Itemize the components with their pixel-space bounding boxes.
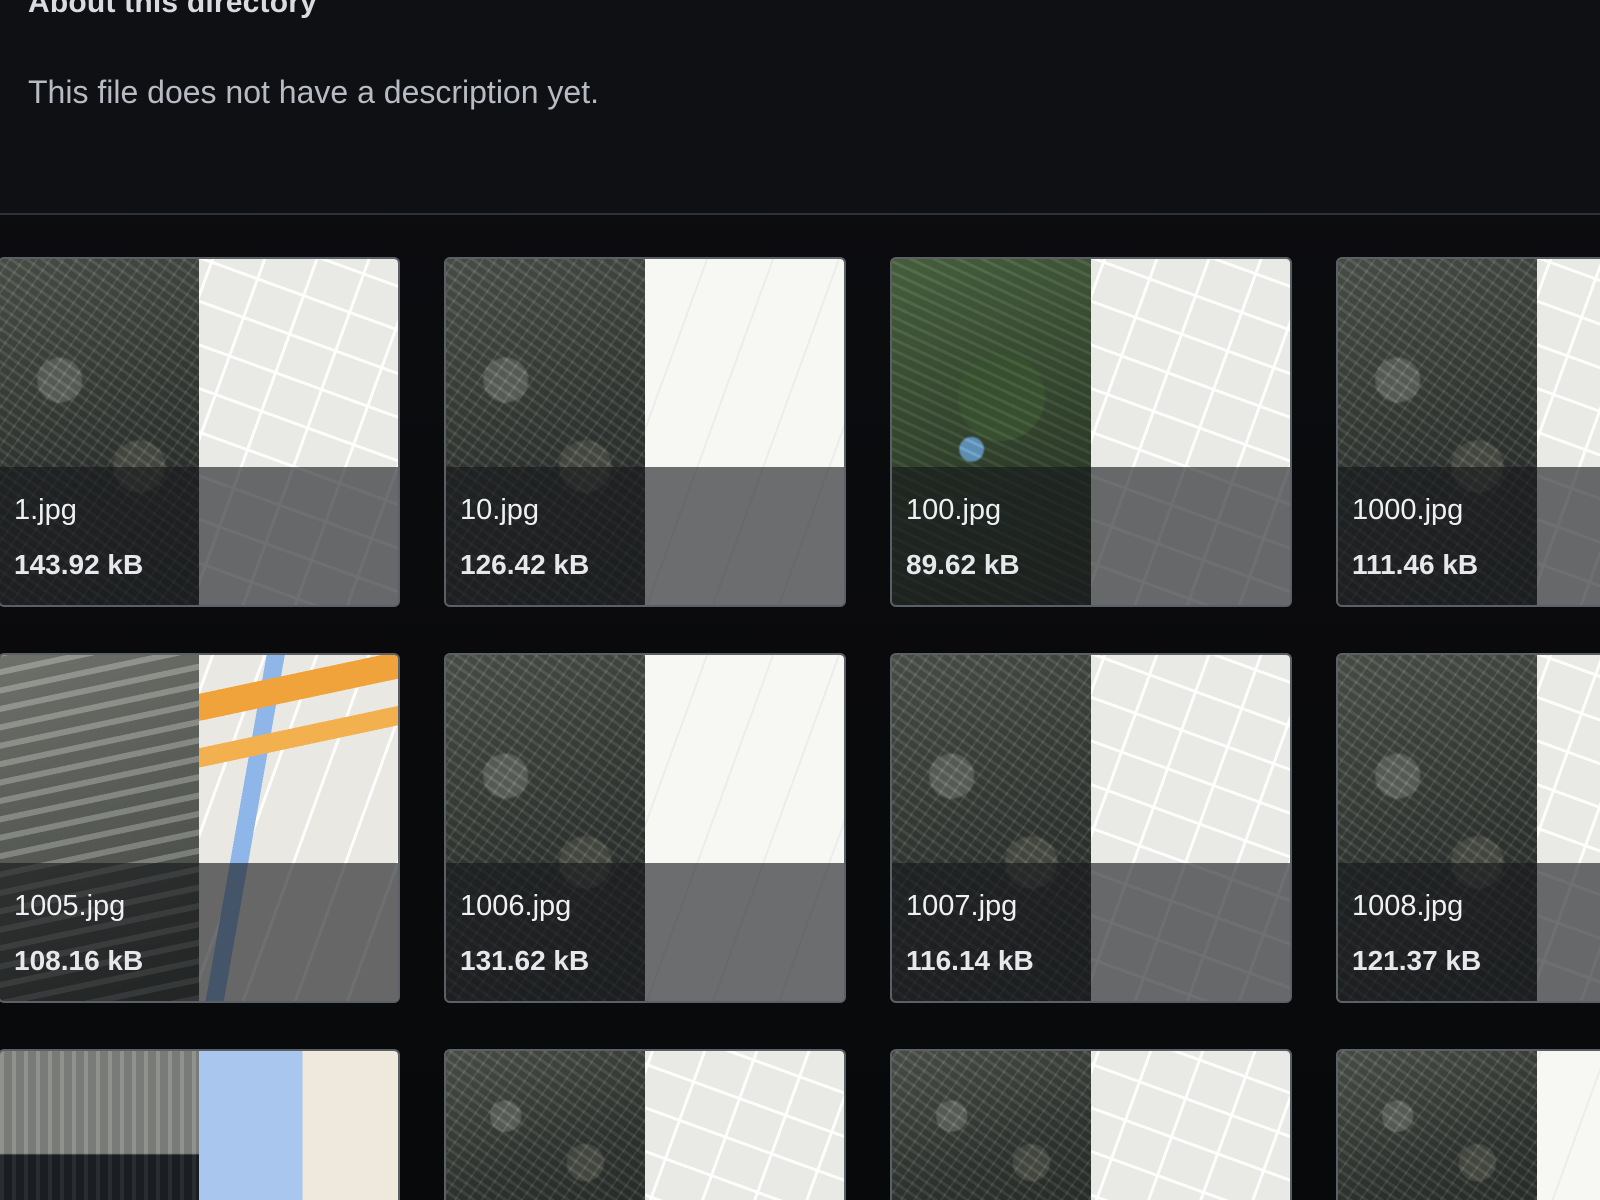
file-name: 1006.jpg: [460, 890, 572, 922]
file-name: 10.jpg: [460, 494, 540, 526]
file-size: 116.14 kB: [906, 945, 1034, 976]
file-caption: 1000.jpg 111.46 kB: [1338, 467, 1600, 605]
file-caption: 1008.jpg 121.37 kB: [1338, 863, 1600, 1001]
file-tile[interactable]: [1336, 1049, 1600, 1200]
file-size: 126.42 kB: [460, 549, 590, 580]
file-caption: 1.jpg 143.92 kB: [0, 467, 398, 605]
file-caption: 10.jpg 126.42 kB: [446, 467, 844, 605]
directory-page: About this directory This file does not …: [0, 0, 1600, 1200]
file-size: 108.16 kB: [14, 945, 144, 976]
file-name: 100.jpg: [906, 494, 1002, 526]
file-name: 1005.jpg: [14, 890, 126, 922]
file-thumbnail: [892, 1051, 1290, 1200]
file-size: 89.62 kB: [906, 549, 1020, 580]
file-tile[interactable]: 1008.jpg 121.37 kB: [1336, 653, 1600, 1003]
file-tile[interactable]: 1005.jpg 108.16 kB: [0, 653, 400, 1003]
file-name: 1008.jpg: [1352, 890, 1464, 922]
file-caption: 1007.jpg 116.14 kB: [892, 863, 1290, 1001]
file-tile[interactable]: 10.jpg 126.42 kB: [444, 257, 846, 607]
file-caption: 1006.jpg 131.62 kB: [446, 863, 844, 1001]
file-caption: 100.jpg 89.62 kB: [892, 467, 1290, 605]
file-name: 1.jpg: [14, 494, 77, 526]
file-thumbnail: [446, 1051, 844, 1200]
file-tile[interactable]: 1000.jpg 111.46 kB: [1336, 257, 1600, 607]
file-thumbnail: [1338, 1051, 1600, 1200]
file-tile[interactable]: 1.jpg 143.92 kB: [0, 257, 400, 607]
file-tile[interactable]: 1006.jpg 131.62 kB: [444, 653, 846, 1003]
file-grid: 1.jpg 143.92 kB 10.jpg 126.42 kB 100.jpg…: [0, 257, 1600, 1200]
file-tile[interactable]: [890, 1049, 1292, 1200]
file-caption: 1005.jpg 108.16 kB: [0, 863, 398, 1001]
file-size: 143.92 kB: [14, 549, 144, 580]
file-tile[interactable]: [444, 1049, 846, 1200]
file-tile[interactable]: 100.jpg 89.62 kB: [890, 257, 1292, 607]
file-tile[interactable]: [0, 1049, 400, 1200]
file-name: 1007.jpg: [906, 890, 1018, 922]
file-thumbnail: [0, 1051, 398, 1200]
file-tile[interactable]: 1007.jpg 116.14 kB: [890, 653, 1292, 1003]
section-divider: [0, 213, 1600, 215]
directory-header: About this directory This file does not …: [0, 0, 1600, 214]
file-size: 121.37 kB: [1352, 945, 1482, 976]
file-size: 131.62 kB: [460, 945, 590, 976]
section-heading: About this directory: [28, 0, 318, 19]
file-size: 111.46 kB: [1352, 549, 1479, 580]
file-name: 1000.jpg: [1352, 494, 1464, 526]
directory-description: This file does not have a description ye…: [28, 74, 599, 110]
